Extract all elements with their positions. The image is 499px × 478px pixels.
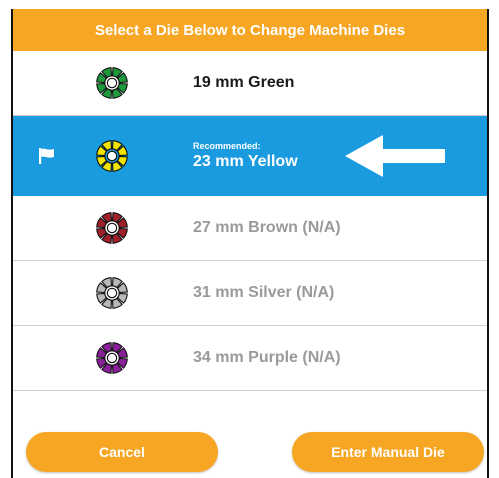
enter-manual-die-button[interactable]: Enter Manual Die: [292, 432, 484, 472]
die-hub: [106, 77, 118, 89]
die-label: 19 mm Green: [193, 74, 295, 91]
die-row-silver[interactable]: 31 mm Silver (N/A): [13, 261, 487, 326]
cancel-button[interactable]: Cancel: [26, 432, 218, 472]
die-hub: [106, 150, 118, 162]
die-row-brown[interactable]: 27 mm Brown (N/A): [13, 196, 487, 261]
die-hub: [106, 222, 118, 234]
die-icon: [96, 277, 128, 309]
die-label: 34 mm Purple (N/A): [193, 349, 341, 366]
die-row-green[interactable]: 19 mm Green: [13, 51, 487, 116]
recommended-label: Recommended:: [193, 141, 261, 151]
die-hub: [106, 352, 118, 364]
die-label: 31 mm Silver (N/A): [193, 284, 335, 301]
die-icon: [96, 140, 128, 172]
die-selection-dialog: Select a Die Below to Change Machine Die…: [11, 9, 489, 478]
die-icon: [96, 212, 128, 244]
die-row-yellow[interactable]: Recommended: 23 mm Yellow: [13, 116, 487, 196]
die-label: 23 mm Yellow: [193, 153, 298, 170]
flag-icon: [39, 148, 54, 164]
die-label: 27 mm Brown (N/A): [193, 219, 341, 236]
die-icon: [96, 67, 128, 99]
die-hub: [106, 287, 118, 299]
die-row-purple[interactable]: 34 mm Purple (N/A): [13, 326, 487, 391]
dialog-footer: Cancel Enter Manual Die: [13, 418, 487, 478]
arrow-left-icon: [345, 135, 445, 177]
die-icon: [96, 342, 128, 374]
die-list: 19 mm Green Recommended: 23 mm Yellow 27…: [13, 51, 487, 391]
dialog-title: Select a Die Below to Change Machine Die…: [13, 9, 487, 51]
